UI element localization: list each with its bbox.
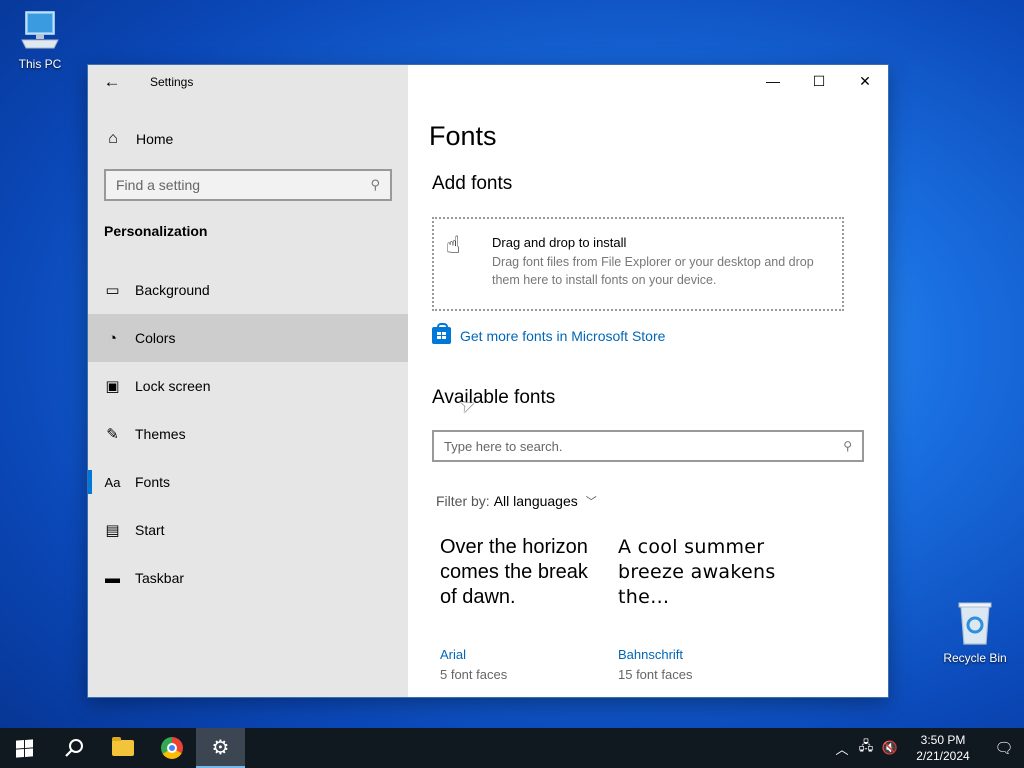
sidebar-item-label: Lock screen: [135, 378, 211, 394]
sidebar-item-label: Background: [135, 282, 210, 298]
filter-value: All languages: [493, 493, 578, 509]
available-fonts-heading: Available fonts: [432, 387, 556, 408]
font-sample: A cool summer breeze awakens the…: [618, 536, 776, 608]
font-card-arial[interactable]: Over the horizon comes the break of dawn…: [440, 535, 610, 682]
sidebar-item-label: Themes: [135, 426, 186, 442]
chrome-button[interactable]: [147, 728, 196, 768]
notification-icon[interactable]: 🗨: [984, 739, 1024, 757]
desktop-icon-this-pc[interactable]: This PC: [0, 8, 80, 71]
sidebar-item-home[interactable]: ⌂ Home: [88, 121, 408, 157]
drop-zone-title: Drag and drop to install: [492, 235, 627, 250]
font-faces: 5 font faces: [440, 667, 508, 682]
start-icon: ▤: [105, 522, 120, 539]
settings-search: ⚲: [104, 169, 392, 201]
desktop-icon-label: This PC: [18, 57, 62, 71]
sidebar-item-taskbar[interactable]: ▬ Taskbar: [88, 554, 408, 602]
file-explorer-button[interactable]: [98, 728, 147, 768]
sidebar-item-background[interactable]: ▭ Background: [88, 266, 408, 314]
desktop-icon-label: Recycle Bin: [943, 651, 1007, 665]
section-title: Personalization: [104, 223, 208, 239]
sidebar-item-themes[interactable]: ✎ Themes: [88, 410, 408, 458]
hand-pointer-icon: ☝: [446, 232, 461, 259]
language-filter[interactable]: Filter by: All languages ﹀: [436, 493, 597, 509]
filter-label: Filter by:: [436, 493, 490, 509]
clock[interactable]: 3:50 PM 2/21/2024: [906, 732, 980, 764]
system-tray: ︿ 🖧 🔇 3:50 PM 2/21/2024 🗨: [830, 728, 1024, 768]
font-sample: Over the horizon comes the break of dawn…: [440, 536, 588, 608]
search-icon[interactable]: ⚲: [370, 177, 380, 193]
settings-search-input[interactable]: [116, 177, 371, 193]
sidebar-item-label: Taskbar: [135, 570, 185, 586]
computer-icon: [21, 11, 59, 49]
sidebar-item-colors[interactable]: ◔ Colors: [88, 314, 408, 362]
window-title: Settings: [150, 75, 194, 89]
brush-icon: ✎: [106, 426, 119, 443]
microsoft-store-link[interactable]: Get more fonts in Microsoft Store: [432, 323, 666, 344]
sidebar: ← Settings ⌂ Home ⚲ Personalization ▭ Ba…: [88, 65, 408, 697]
search-icon: [64, 739, 83, 757]
clock-time: 3:50 PM: [920, 733, 966, 747]
search-button[interactable]: [49, 728, 98, 768]
store-link-text: Get more fonts in Microsoft Store: [460, 327, 666, 344]
chevron-up-icon[interactable]: ︿: [830, 739, 854, 758]
font-name: Bahnschrift: [618, 647, 684, 662]
taskbar-icon: ▬: [105, 569, 120, 587]
selection-indicator: [88, 470, 92, 494]
font-drop-zone[interactable]: ☝ Drag and drop to install Drag font fil…: [432, 217, 844, 311]
taskbar: ⚙ ︿ 🖧 🔇 3:50 PM 2/21/2024 🗨: [0, 728, 1024, 768]
main-content: Fonts Add fonts ☝ Drag and drop to insta…: [408, 65, 888, 697]
add-fonts-heading: Add fonts: [432, 173, 513, 194]
drop-zone-description: Drag font files from File Explorer or yo…: [492, 255, 814, 287]
network-icon[interactable]: 🖧: [854, 737, 878, 759]
font-card-bahnschrift[interactable]: A cool summer breeze awakens the… Bahnsc…: [618, 535, 788, 682]
font-faces: 15 font faces: [618, 667, 693, 682]
sidebar-item-lock-screen[interactable]: ▣ Lock screen: [88, 362, 408, 410]
chrome-icon: [160, 737, 183, 759]
clock-date: 2/21/2024: [916, 749, 970, 763]
search-icon[interactable]: ⚲: [843, 439, 852, 453]
font-name: Arial: [440, 647, 467, 662]
back-button[interactable]: ←: [88, 65, 136, 99]
sidebar-nav: ▭ Background ◔ Colors ▣ Lock screen ✎ Th…: [88, 266, 408, 602]
volume-muted-icon[interactable]: 🔇: [878, 740, 902, 756]
settings-taskbar-button[interactable]: ⚙: [196, 728, 245, 768]
folder-icon: [111, 737, 134, 756]
sidebar-item-label: Start: [135, 522, 165, 538]
store-bag-icon: [432, 323, 451, 344]
sidebar-item-start[interactable]: ▤ Start: [88, 506, 408, 554]
font-icon: Aa: [104, 474, 121, 490]
page-title: Fonts: [429, 121, 497, 151]
back-arrow-icon: ←: [103, 72, 121, 91]
image-icon: ▭: [105, 282, 120, 299]
sidebar-item-label: Home: [136, 131, 174, 147]
sidebar-item-label: Fonts: [135, 474, 171, 490]
home-icon: ⌂: [108, 130, 118, 147]
palette-icon: ◔: [107, 329, 118, 347]
settings-window: ← Settings ⌂ Home ⚲ Personalization ▭ Ba…: [88, 65, 888, 697]
sidebar-item-fonts[interactable]: Aa Fonts: [88, 458, 408, 506]
font-search-input[interactable]: [444, 438, 844, 454]
lock-screen-icon: ▣: [105, 378, 120, 395]
desktop-icon-recycle-bin[interactable]: Recycle Bin: [935, 600, 1015, 665]
chevron-down-icon: ﹀: [585, 496, 597, 508]
title-bar: ← Settings: [88, 65, 408, 99]
font-search: ⚲: [432, 430, 864, 462]
gear-icon: ⚙: [211, 736, 230, 759]
recycle-bin-icon: [958, 602, 992, 645]
sidebar-item-label: Colors: [135, 330, 176, 346]
start-button[interactable]: [0, 728, 49, 768]
windows-logo-icon: [16, 738, 33, 758]
